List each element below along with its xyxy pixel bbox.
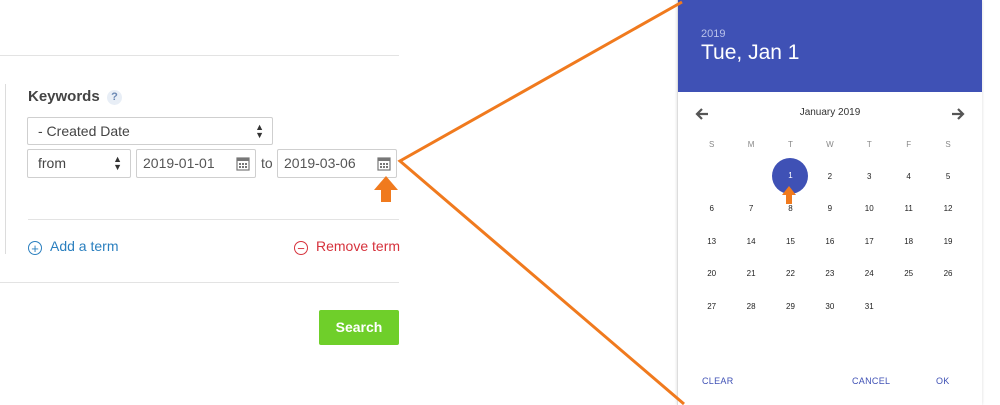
day-cell[interactable]: 21 — [731, 269, 770, 278]
date-from-value: 2019-01-01 — [143, 155, 215, 171]
date-to-input[interactable]: 2019-03-06 — [277, 149, 397, 178]
date-from-input[interactable]: 2019-01-01 — [136, 149, 256, 178]
add-term-label: Add a term — [50, 238, 119, 254]
keywords-label: Keywords — [28, 88, 100, 105]
calendar-icon[interactable] — [377, 156, 391, 171]
search-button[interactable]: Search — [319, 310, 399, 345]
weekday-label: F — [906, 140, 912, 149]
day-cell[interactable]: 16 — [810, 237, 849, 246]
picker-year[interactable]: 2019 — [701, 28, 725, 40]
sort-arrows-icon: ▲ ▼ — [255, 122, 264, 140]
day-cell[interactable]: 12 — [928, 204, 967, 213]
field-select[interactable]: - Created Date ▲ ▼ — [27, 117, 273, 145]
add-term-button[interactable]: + Add a term — [28, 238, 118, 255]
range-select-value: from — [38, 155, 66, 171]
day-cell[interactable]: 17 — [850, 237, 889, 246]
week-row: 27 28 29 30 31 — [692, 290, 968, 323]
day-cell[interactable]: 18 — [889, 237, 928, 246]
calendar-grid: S M T W T F S 1 2 3 4 5 6 7 8 9 10 11 12 — [692, 140, 968, 323]
weekday-label: T — [788, 140, 793, 149]
top-divider — [0, 55, 399, 56]
day-cell[interactable]: 13 — [692, 237, 731, 246]
term-divider — [28, 219, 399, 220]
clear-button[interactable]: CLEAR — [702, 376, 734, 386]
date-to-value: 2019-03-06 — [284, 155, 356, 171]
date-picker-dialog: 2019 Tue, Jan 1 January 2019 S M T W T F… — [677, 0, 982, 405]
picker-selected-date: Tue, Jan 1 — [701, 41, 800, 64]
day-cell[interactable]: 25 — [889, 269, 928, 278]
day-cell[interactable]: 30 — [810, 302, 849, 311]
sort-arrows-icon: ▲ ▼ — [113, 154, 122, 172]
day-cell[interactable]: 4 — [889, 172, 928, 181]
remove-term-label: Remove term — [316, 238, 401, 254]
weekday-label: W — [826, 140, 834, 149]
day-cell[interactable]: 19 — [928, 237, 967, 246]
day-cell[interactable]: 15 — [771, 237, 810, 246]
minus-circle-icon: − — [294, 241, 308, 255]
day-cell[interactable]: 11 — [889, 204, 928, 213]
term-group-border — [5, 84, 6, 254]
day-cell[interactable]: 23 — [810, 269, 849, 278]
range-select[interactable]: from ▲ ▼ — [27, 149, 131, 178]
callout-lines — [397, 0, 685, 405]
field-select-value: - Created Date — [38, 123, 130, 139]
weekday-label: S — [945, 140, 951, 149]
to-label: to — [261, 155, 273, 171]
bottom-divider — [0, 282, 399, 283]
day-cell[interactable]: 26 — [928, 269, 967, 278]
month-title: January 2019 — [799, 107, 861, 118]
week-row: 13 14 15 16 17 18 19 — [692, 225, 968, 258]
day-cell[interactable]: 9 — [810, 204, 849, 213]
weekday-label: S — [709, 140, 715, 149]
day-cell[interactable]: 22 — [771, 269, 810, 278]
plus-circle-icon: + — [28, 241, 42, 255]
week-row: 6 7 8 9 10 11 12 — [692, 193, 968, 226]
help-icon[interactable]: ? — [107, 90, 122, 105]
calendar-icon[interactable] — [236, 156, 250, 171]
day-cell[interactable]: 14 — [731, 237, 770, 246]
day-cell[interactable]: 8 — [771, 204, 810, 213]
annotation-arrow-icon — [374, 176, 398, 202]
cancel-button[interactable]: CANCEL — [852, 376, 890, 386]
day-cell[interactable]: 7 — [731, 204, 770, 213]
remove-term-button[interactable]: − Remove term — [294, 238, 400, 255]
day-cell[interactable]: 24 — [850, 269, 889, 278]
week-row: 20 21 22 23 24 25 26 — [692, 258, 968, 291]
day-cell[interactable]: 3 — [850, 172, 889, 181]
day-cell[interactable]: 28 — [731, 302, 770, 311]
day-cell-selected[interactable]: 1 — [771, 158, 810, 195]
weekday-label: M — [747, 140, 755, 149]
arrow-right-icon[interactable] — [950, 106, 966, 122]
day-cell[interactable]: 29 — [771, 302, 810, 311]
day-cell[interactable]: 10 — [850, 204, 889, 213]
weekday-label: T — [866, 140, 872, 149]
weekday-row: S M T W T F S — [692, 140, 968, 154]
week-row: 1 2 3 4 5 — [692, 158, 968, 195]
day-cell[interactable]: 31 — [850, 302, 889, 311]
day-cell[interactable]: 27 — [692, 302, 731, 311]
day-cell[interactable]: 5 — [928, 172, 967, 181]
day-cell[interactable]: 20 — [692, 269, 731, 278]
ok-button[interactable]: OK — [936, 376, 950, 386]
date-picker-header: 2019 Tue, Jan 1 — [678, 0, 982, 92]
day-cell[interactable]: 2 — [810, 172, 849, 181]
selected-day[interactable]: 1 — [772, 158, 809, 195]
day-cell[interactable]: 6 — [692, 204, 731, 213]
